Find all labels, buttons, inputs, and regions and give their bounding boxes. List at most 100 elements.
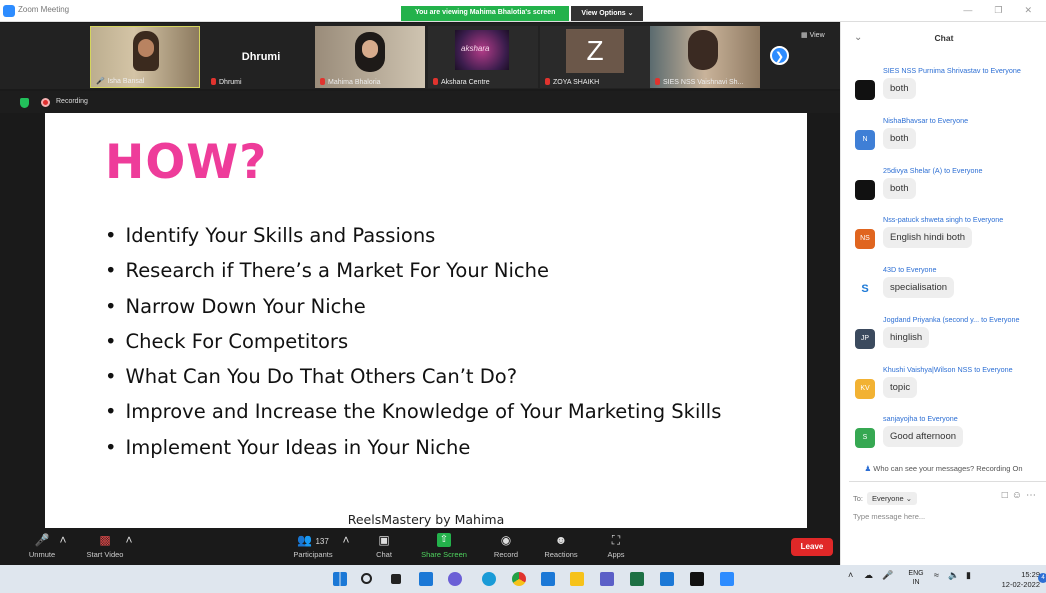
view-options-button[interactable]: View Options ⌄ (571, 6, 644, 21)
viewing-banner: You are viewing Mahima Bhalotia's screen… (401, 6, 644, 21)
participant-video (688, 30, 718, 70)
participant-tile[interactable]: Mahima Bhaloria (315, 26, 425, 88)
unmute-button[interactable]: 🎤 Unmute (25, 533, 59, 559)
chat-sender[interactable]: 25divya Shelar (A) (883, 166, 942, 175)
to-label: To: (853, 494, 864, 503)
chat-sender[interactable]: NishaBhavsar (883, 116, 928, 125)
apps-button[interactable]: ⛶ Apps (602, 533, 630, 559)
chat-message: sanjayojha to Everyone S Good afternoon (855, 414, 1045, 462)
mail-icon[interactable] (541, 572, 555, 586)
language-indicator[interactable]: ENG IN (906, 569, 926, 587)
clock[interactable]: 15:29 12-02-2022 (988, 570, 1040, 590)
share-screen-button[interactable]: ⇧ Share Screen (418, 533, 470, 559)
shield-icon[interactable] (20, 98, 29, 108)
chrome-icon[interactable] (512, 572, 526, 586)
excel-icon[interactable] (630, 572, 644, 586)
file-explorer-icon[interactable] (570, 572, 584, 586)
wifi-icon[interactable]: ≈ (934, 570, 939, 580)
reactions-button[interactable]: ☻ Reactions (540, 533, 582, 559)
minimize-icon[interactable]: — (963, 5, 972, 16)
participant-initial-avatar: Z (566, 29, 624, 73)
participant-tile[interactable]: SIES NSS Vaishnavi Sh... (650, 26, 760, 88)
chat-app-icon[interactable] (448, 572, 462, 586)
chat-button[interactable]: ▣ Chat (370, 533, 398, 559)
caret-up-icon: ˄ (125, 533, 133, 547)
chat-sender[interactable]: Khushi Vaishya|Wilson NSS (883, 365, 972, 374)
participant-tile[interactable]: akshara Akshara Centre (428, 26, 538, 88)
chat-message-text: both (883, 128, 916, 149)
caret-up-icon: ˄ (59, 533, 67, 547)
cloud-icon[interactable]: ☁ (864, 570, 873, 581)
chat-sender[interactable]: SIES NSS Purnima Shrivastav (883, 66, 980, 75)
windows-taskbar: ˄ ☁ 🎤 ENG IN ≈ 🔈 ▮ 15:29 12-02-2022 4 (0, 565, 1046, 593)
emoji-icon[interactable]: ☺ (1012, 490, 1026, 501)
mic-icon[interactable]: 🎤 (882, 570, 893, 581)
leave-button[interactable]: Leave (791, 538, 833, 556)
start-video-button[interactable]: ▩ Start Video (82, 533, 128, 559)
chat-message-header: sanjayojha to Everyone (883, 414, 958, 423)
participants-button[interactable]: 👥 137 Participants (288, 533, 338, 559)
battery-icon[interactable]: ▮ (966, 570, 971, 581)
zoom-taskbar-icon[interactable] (720, 572, 734, 586)
chat-recipient: to Everyone (929, 116, 969, 125)
teams-icon[interactable] (600, 572, 614, 586)
chat-bubble-icon: ▣ (378, 533, 390, 547)
mic-unmuted-icon: 🎤 (96, 78, 105, 85)
recipient-dropdown[interactable]: Everyone ⌄ (867, 492, 918, 505)
record-button[interactable]: ◉ Record (490, 533, 522, 559)
chevron-up-icon[interactable]: ˄ (848, 570, 853, 580)
close-icon[interactable]: ✕ (1024, 5, 1032, 16)
chat-avatar: NS (855, 229, 875, 249)
chat-avatar: KV (855, 379, 875, 399)
participant-logo-image: akshara (455, 30, 509, 70)
chat-message-input[interactable]: Type message here... (853, 512, 925, 521)
view-button[interactable]: ▦ View (801, 31, 825, 39)
chat-avatar (855, 180, 875, 200)
task-view-icon[interactable] (391, 574, 401, 584)
chat-sender[interactable]: Jogdand Priyanka (second y... (883, 315, 979, 324)
participant-name: Dhrumi (219, 79, 242, 86)
chat-message-header: SIES NSS Purnima Shrivastav to Everyone (883, 66, 1021, 75)
search-icon[interactable] (361, 573, 372, 584)
audio-options-caret[interactable]: ˄ (58, 533, 68, 550)
chat-message: Jogdand Priyanka (second y... to Everyon… (855, 315, 1045, 363)
chat-recipient: to Everyone (898, 265, 937, 274)
participants-caret[interactable]: ˄ (341, 533, 351, 550)
slide-bullet: Implement Your Ideas in Your Niche (105, 433, 721, 468)
chat-message-header: 43D to Everyone (883, 265, 937, 274)
recording-label: Recording (56, 98, 88, 105)
participant-name: Isha Bansal (107, 78, 145, 85)
mic-muted-icon (545, 78, 550, 85)
chat-sender[interactable]: 43D (883, 265, 896, 274)
widgets-icon[interactable] (419, 572, 433, 586)
restore-icon[interactable]: ❐ (994, 5, 1002, 16)
file-icon[interactable]: □ (1002, 490, 1012, 501)
edge-icon[interactable] (482, 572, 496, 586)
participant-tile[interactable]: 🎤 Isha Bansal (90, 26, 200, 88)
chat-sender[interactable]: Nss-patuck shweta singh (883, 215, 963, 224)
participant-tile[interactable]: Dhrumi Dhrumi (206, 26, 316, 88)
participant-tile[interactable]: Z ZOYA SHAIKH (540, 26, 650, 88)
next-participants-button[interactable]: ❯ (770, 46, 789, 65)
slide-footer: ReelsMastery by Mahima (347, 512, 505, 527)
notes-icon[interactable] (660, 572, 674, 586)
message-visibility-notice[interactable]: ♟ Who can see your messages? Recording O… (841, 464, 1046, 473)
window-title: Zoom Meeting (18, 5, 70, 14)
video-off-icon: ▩ (99, 533, 111, 547)
chat-sender[interactable]: sanjayojha (883, 414, 917, 423)
people-icon: 👥 (297, 533, 313, 547)
netflix-icon[interactable] (690, 572, 704, 586)
chat-recipient: to Everyone (919, 414, 958, 423)
notification-badge[interactable]: 4 (1038, 573, 1046, 583)
video-options-caret[interactable]: ˄ (124, 533, 134, 550)
chat-message-header: Jogdand Priyanka (second y... to Everyon… (883, 315, 1020, 324)
apps-grid-icon: ⛶ (611, 533, 621, 547)
start-icon[interactable] (333, 572, 347, 586)
chat-avatar (855, 80, 875, 100)
more-icon[interactable]: ⋯ (1026, 490, 1040, 501)
slide-bullet: Research if There’s a Market For Your Ni… (105, 256, 721, 291)
mic-muted-icon (433, 78, 438, 85)
volume-icon[interactable]: 🔈 (948, 570, 959, 581)
grid-icon: ▦ (801, 32, 808, 39)
chat-title: Chat (934, 33, 954, 43)
